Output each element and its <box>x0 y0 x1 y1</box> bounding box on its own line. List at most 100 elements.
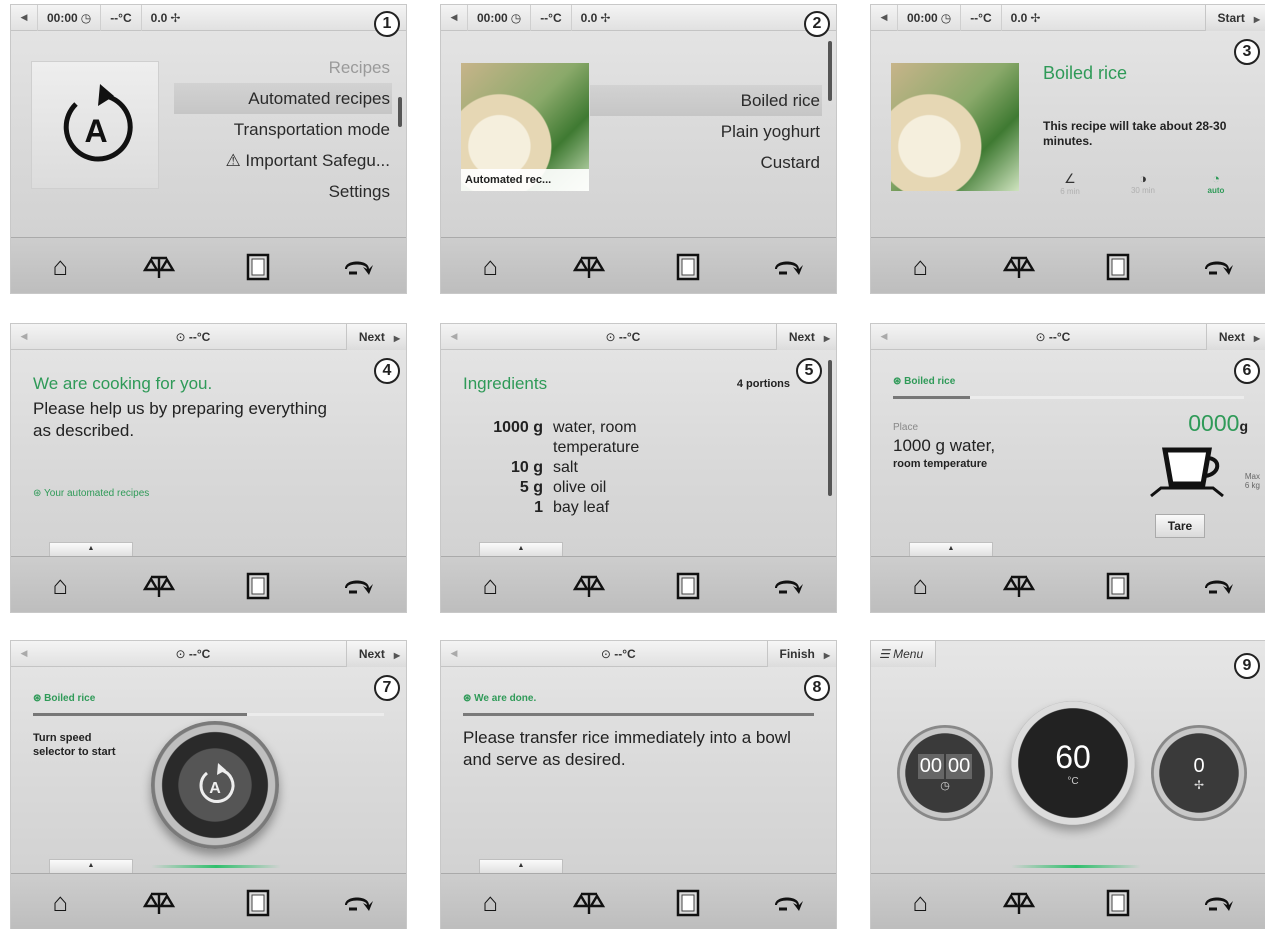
screen: ◀ ⊙ --°C Next ▶ 7 ⊛ Boiled rice Turn spee… <box>11 641 406 873</box>
reverse-icon[interactable] <box>1195 566 1239 606</box>
back-arrow-icon[interactable]: ◀ <box>11 331 37 342</box>
back-arrow-icon[interactable]: ◀ <box>441 331 467 342</box>
reverse-icon[interactable] <box>1195 247 1239 287</box>
option-30-min[interactable]: ◑ 30 min <box>1116 171 1170 196</box>
recipe-item-plain-yoghurt[interactable]: Plain yoghurt <box>590 116 822 147</box>
recipe-item-boiled-rice[interactable]: Boiled rice <box>590 85 822 116</box>
reverse-icon[interactable] <box>335 247 379 287</box>
reverse-icon[interactable] <box>1195 883 1239 923</box>
book-icon[interactable] <box>666 566 710 606</box>
drawer-handle[interactable]: ▲ <box>479 859 563 873</box>
back-arrow-icon[interactable]: ◀ <box>871 331 897 342</box>
book-icon[interactable] <box>236 566 280 606</box>
option-6-min[interactable]: ∠ 6 min <box>1043 171 1097 196</box>
menu-item-settings[interactable]: Settings <box>174 176 392 207</box>
speed-value: 0.0 <box>1010 10 1028 25</box>
home-icon[interactable]: ⌂ <box>38 883 82 923</box>
book-icon[interactable] <box>1096 883 1140 923</box>
temperature-readout[interactable]: ⊙ --°C <box>589 641 645 667</box>
temperature-readout[interactable]: ⊙ --°C <box>163 324 219 350</box>
scale-icon[interactable] <box>137 247 181 287</box>
timer-readout[interactable]: 00:00 ◷ <box>897 5 960 31</box>
scale-icon[interactable] <box>137 883 181 923</box>
next-button[interactable]: Next ▶ <box>345 324 406 350</box>
scale-icon[interactable] <box>997 247 1041 287</box>
book-icon[interactable] <box>1096 247 1140 287</box>
reverse-icon[interactable] <box>765 883 809 923</box>
timer-dial[interactable]: 00 00 ◷ <box>897 725 993 821</box>
scale-icon[interactable] <box>997 883 1041 923</box>
speed-selector-dial[interactable]: A <box>151 721 279 849</box>
speed-readout[interactable]: 0.0 ✢ <box>570 5 620 31</box>
chevron-right-icon: ▶ <box>1253 14 1260 24</box>
speed-dial[interactable]: 0 ✢ <box>1151 725 1247 821</box>
scale-icon[interactable] <box>567 566 611 606</box>
reverse-icon[interactable] <box>335 566 379 606</box>
scrollbar[interactable] <box>828 360 832 496</box>
drawer-handle[interactable]: ▲ <box>909 542 993 556</box>
temperature-dial[interactable]: 60 °C <box>1011 701 1135 825</box>
next-button[interactable]: Next ▶ <box>345 641 406 667</box>
home-icon[interactable]: ⌂ <box>38 247 82 287</box>
drawer-handle[interactable]: ▲ <box>49 542 133 556</box>
back-arrow-icon[interactable]: ◀ <box>11 12 37 23</box>
menu-item-important-safeguards[interactable]: ⚠ Important Safegu... <box>174 145 392 176</box>
reverse-icon[interactable] <box>765 247 809 287</box>
recipe-photo[interactable]: Automated rec... <box>461 63 589 191</box>
home-icon[interactable]: ⌂ <box>468 883 512 923</box>
back-arrow-icon[interactable]: ◀ <box>11 648 37 659</box>
home-icon[interactable]: ⌂ <box>38 566 82 606</box>
tare-button[interactable]: Tare <box>1155 514 1205 538</box>
timer-readout[interactable]: 00:00 ◷ <box>467 5 530 31</box>
temperature-readout[interactable]: ⊙ --°C <box>593 324 649 350</box>
option-auto[interactable]: ◔ auto <box>1189 171 1243 196</box>
menu-item-recipes[interactable]: Recipes <box>174 52 392 83</box>
start-button[interactable]: Start ▶ <box>1204 5 1265 31</box>
scale-icon[interactable] <box>997 566 1041 606</box>
book-icon[interactable] <box>236 883 280 923</box>
temperature-readout[interactable]: ⊙ --°C <box>163 641 219 667</box>
drawer-handle[interactable]: ▲ <box>49 859 133 873</box>
book-icon[interactable] <box>1096 566 1140 606</box>
scrollbar[interactable] <box>398 97 402 127</box>
speed-readout[interactable]: 0.0 ✢ <box>1000 5 1050 31</box>
next-button[interactable]: Next ▶ <box>1205 324 1265 350</box>
reverse-icon[interactable] <box>335 883 379 923</box>
home-icon[interactable]: ⌂ <box>468 247 512 287</box>
back-arrow-icon[interactable]: ◀ <box>871 12 897 23</box>
scrollbar[interactable] <box>828 41 832 101</box>
temperature-readout[interactable]: --°C <box>530 5 570 31</box>
home-icon[interactable]: ⌂ <box>468 566 512 606</box>
scale-icon[interactable] <box>567 247 611 287</box>
temperature-readout[interactable]: ⊙ --°C <box>1023 324 1079 350</box>
drawer-handle[interactable]: ▲ <box>479 542 563 556</box>
automated-a-icon: A <box>199 763 235 803</box>
book-icon[interactable] <box>236 247 280 287</box>
back-arrow-icon[interactable]: ◀ <box>441 12 467 23</box>
back-arrow-icon[interactable]: ◀ <box>441 648 467 659</box>
book-icon[interactable] <box>666 247 710 287</box>
menu-button[interactable]: ☰ Menu <box>871 641 937 667</box>
timer-value: 00:00 <box>47 10 78 25</box>
menu-item-transportation-mode[interactable]: Transportation mode <box>174 114 392 145</box>
home-icon[interactable]: ⌂ <box>898 247 942 287</box>
menu-item-automated-recipes[interactable]: Automated recipes <box>174 83 392 114</box>
scale-icon[interactable] <box>567 883 611 923</box>
dial-glow <box>151 865 281 868</box>
timer-readout[interactable]: 00:00 ◷ <box>37 5 100 31</box>
home-icon[interactable]: ⌂ <box>898 883 942 923</box>
finish-button[interactable]: Finish ▶ <box>766 641 836 667</box>
step-badge: 4 <box>374 358 400 384</box>
reverse-icon[interactable] <box>765 566 809 606</box>
temperature-readout[interactable]: --°C <box>960 5 1000 31</box>
speed-readout[interactable]: 0.0 ✢ <box>140 5 190 31</box>
speed-value: 0 <box>1193 754 1205 777</box>
automated-recipes-tile[interactable]: A <box>31 61 159 189</box>
automated-recipes-link[interactable]: ⊛ Your automated recipes <box>33 488 149 499</box>
scale-icon[interactable] <box>137 566 181 606</box>
recipe-item-custard[interactable]: Custard <box>590 147 822 178</box>
temperature-readout[interactable]: --°C <box>100 5 140 31</box>
next-button[interactable]: Next ▶ <box>775 324 836 350</box>
home-icon[interactable]: ⌂ <box>898 566 942 606</box>
book-icon[interactable] <box>666 883 710 923</box>
